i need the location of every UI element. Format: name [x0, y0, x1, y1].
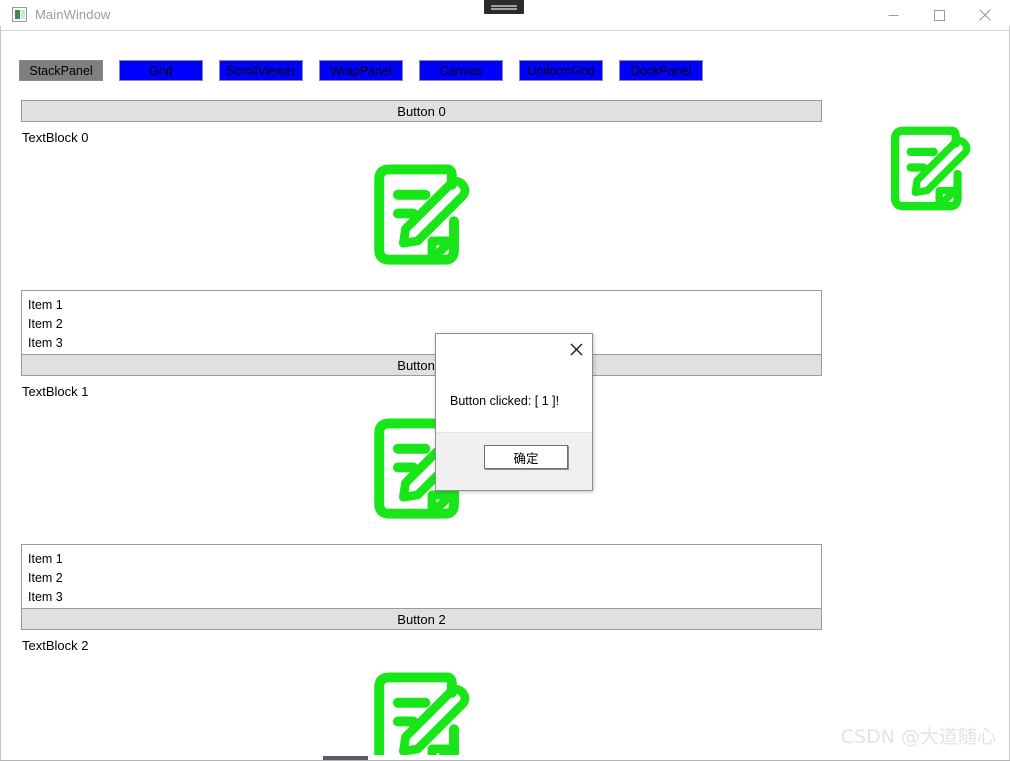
list-item[interactable]: Item 2	[22, 315, 821, 334]
edit-document-icon	[884, 118, 976, 218]
tab-label: Canvas	[439, 63, 483, 78]
edit-document-icon	[366, 663, 476, 755]
textblock-1: TextBlock 1	[22, 384, 89, 399]
edit-document-icon	[366, 155, 476, 273]
top-drag-handle[interactable]	[484, 0, 524, 14]
tab-label: DockPanel	[630, 63, 692, 78]
app-window-icon	[12, 7, 27, 22]
close-icon[interactable]	[962, 0, 1008, 30]
confirm-button-label: 确定	[513, 450, 539, 466]
list-item[interactable]: Item 3	[22, 588, 821, 607]
list-item[interactable]: Item 1	[22, 550, 821, 569]
list-item[interactable]: Item 1	[22, 296, 821, 315]
tab-wrappanel[interactable]: WrapPanel	[319, 60, 403, 81]
close-icon[interactable]	[561, 335, 591, 363]
list-item[interactable]: Item 2	[22, 569, 821, 588]
main-window: MainWindow StackPanel Grid ScrollViewer …	[0, 0, 1010, 761]
wide-button-label: Button 0	[397, 103, 446, 119]
layout-tab-bar: StackPanel Grid ScrollViewer WrapPanel C…	[19, 60, 719, 81]
tab-canvas[interactable]: Canvas	[419, 60, 503, 81]
title-group: MainWindow	[12, 7, 110, 22]
confirm-button[interactable]: 确定	[484, 445, 568, 469]
tab-label: UniformGrid	[527, 63, 595, 78]
wide-button-0[interactable]: Button 0	[21, 100, 822, 122]
tab-dockpanel[interactable]: DockPanel	[619, 60, 703, 81]
tab-label: WrapPanel	[330, 63, 392, 78]
watermark: CSDN @大道随心	[840, 726, 996, 748]
tab-uniformgrid[interactable]: UniformGrid	[519, 60, 603, 81]
listbox-0[interactable]: Item 1 Item 2 Item 3	[21, 290, 822, 355]
maximize-icon[interactable]	[916, 0, 962, 30]
wide-button-1[interactable]: Button 1	[21, 354, 822, 376]
message-dialog: Button clicked: [ 1 ]! 确定	[435, 333, 593, 491]
textblock-2: TextBlock 2	[22, 638, 89, 653]
dialog-footer: 确定	[436, 432, 592, 490]
page-title: MainWindow	[35, 7, 111, 22]
wide-button-label: Button 2	[397, 611, 446, 627]
tab-stackpanel[interactable]: StackPanel	[19, 60, 103, 81]
textblock-0: TextBlock 0	[22, 130, 89, 145]
tab-label: ScrollViewer	[226, 63, 296, 78]
wide-button-2[interactable]: Button 2	[21, 608, 822, 630]
tab-scrollviewer[interactable]: ScrollViewer	[219, 60, 303, 81]
dialog-message: Button clicked: [ 1 ]!	[450, 394, 560, 408]
listbox-1[interactable]: Item 1 Item 2 Item 3	[21, 544, 822, 609]
tab-grid[interactable]: Grid	[119, 60, 203, 81]
tab-label: Grid	[149, 63, 173, 78]
horizontal-scrollbar-thumb[interactable]	[323, 756, 368, 760]
minimize-icon[interactable]	[870, 0, 916, 30]
list-item[interactable]: Item 3	[22, 334, 821, 353]
tab-label: StackPanel	[29, 63, 93, 78]
